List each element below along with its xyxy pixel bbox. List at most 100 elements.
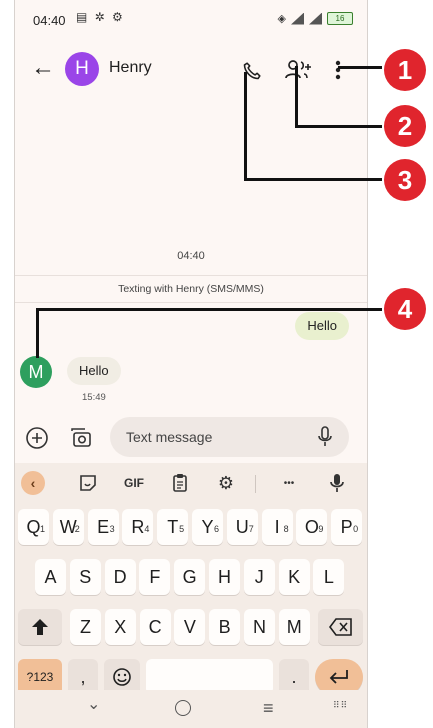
toolbar-collapse-icon[interactable]: ‹ bbox=[21, 471, 45, 495]
key-j[interactable]: J bbox=[243, 559, 275, 595]
key-m-label: M bbox=[286, 617, 302, 637]
back-arrow-icon[interactable]: ← bbox=[31, 54, 55, 82]
key-q-digit-hint: 1 bbox=[39, 524, 45, 534]
mic-icon bbox=[318, 426, 332, 446]
key-g[interactable]: G bbox=[174, 559, 206, 595]
backspace-key[interactable] bbox=[318, 609, 363, 645]
callout-badge-3: 3 bbox=[384, 159, 426, 201]
system-nav-bar: ⌄ ≡ ⠿⠿ bbox=[15, 690, 367, 728]
clipboard-icon[interactable] bbox=[167, 471, 193, 495]
attach-button[interactable] bbox=[23, 424, 51, 452]
key-y[interactable]: Y6 bbox=[192, 509, 223, 545]
key-g-label: G bbox=[182, 567, 197, 587]
gallery-button[interactable] bbox=[67, 423, 95, 451]
callout-badge-4: 4 bbox=[384, 288, 426, 330]
nav-back-chevron-icon[interactable]: ⌄ bbox=[87, 694, 100, 714]
key-x[interactable]: X bbox=[104, 609, 136, 645]
contact-avatar[interactable]: H bbox=[65, 52, 99, 86]
key-r-label: R bbox=[131, 517, 145, 537]
key-e[interactable]: E3 bbox=[87, 509, 119, 545]
key-n-label: N bbox=[253, 617, 266, 637]
key-c[interactable]: C bbox=[139, 609, 171, 645]
backspace-icon bbox=[328, 618, 352, 636]
key-d[interactable]: D bbox=[104, 559, 136, 595]
keyboard-mic-icon[interactable] bbox=[325, 471, 349, 495]
key-m[interactable]: M bbox=[278, 609, 310, 645]
callout-2-vline bbox=[295, 66, 298, 126]
more-options-button[interactable] bbox=[329, 56, 347, 84]
key-q-label: Q bbox=[26, 517, 41, 537]
sticker-glyph bbox=[80, 475, 96, 491]
key-n[interactable]: N bbox=[244, 609, 275, 645]
key-row-1: Q1W2E3R4T5Y6U7I8O9P0 bbox=[15, 509, 367, 549]
incoming-message-bubble[interactable]: Hello bbox=[67, 357, 121, 385]
key-q[interactable]: Q1 bbox=[18, 509, 49, 545]
gif-button[interactable]: GIF bbox=[119, 471, 149, 495]
callout-badge-2: 2 bbox=[384, 105, 426, 147]
callout-3-vline bbox=[244, 72, 247, 181]
voice-input-button[interactable] bbox=[315, 425, 335, 449]
key-p-digit-hint: 0 bbox=[353, 524, 359, 534]
shift-key[interactable] bbox=[18, 609, 62, 645]
key-u[interactable]: U7 bbox=[226, 509, 258, 545]
add-person-icon bbox=[285, 60, 311, 79]
sender-avatar[interactable]: M bbox=[20, 356, 52, 388]
enter-icon bbox=[329, 670, 348, 684]
key-o-digit-hint: 9 bbox=[318, 524, 324, 534]
callout-3-hline bbox=[244, 178, 382, 181]
message-placeholder: Text message bbox=[126, 429, 213, 445]
key-f[interactable]: F bbox=[139, 559, 171, 595]
key-b[interactable]: B bbox=[209, 609, 241, 645]
sticker-icon[interactable] bbox=[75, 471, 101, 495]
key-row-3: Z X C V B NM bbox=[15, 609, 367, 649]
contact-name[interactable]: Henry bbox=[109, 59, 152, 77]
phone-screen: 04:40 ▤ ✲ ⚙ ◈ 16 ← H Henry 04:40 Texting… bbox=[14, 0, 368, 728]
nav-recents-icon[interactable]: ≡ bbox=[263, 698, 274, 719]
key-a-label: A bbox=[44, 567, 57, 587]
nav-home-icon[interactable] bbox=[175, 700, 191, 716]
key-i-label: I bbox=[274, 517, 280, 537]
key-z-label: Z bbox=[80, 617, 91, 637]
photo-camera-icon bbox=[71, 428, 91, 447]
key-r[interactable]: R4 bbox=[122, 509, 154, 545]
key-y-label: Y bbox=[201, 517, 214, 537]
clipboard-glyph bbox=[173, 474, 187, 492]
signal-icon-2 bbox=[309, 12, 322, 25]
key-t-digit-hint: 5 bbox=[179, 524, 185, 534]
key-z[interactable]: Z bbox=[70, 609, 101, 645]
outgoing-message-bubble[interactable]: Hello bbox=[295, 312, 349, 340]
key-j-label: J bbox=[254, 567, 264, 587]
key-o[interactable]: O9 bbox=[296, 509, 328, 545]
key-h[interactable]: H bbox=[209, 559, 240, 595]
key-t[interactable]: T5 bbox=[157, 509, 189, 545]
key-s[interactable]: S bbox=[69, 559, 101, 595]
key-o-label: O bbox=[304, 517, 319, 537]
key-b-label: B bbox=[218, 617, 231, 637]
settings-gear-icon[interactable]: ⚙ bbox=[213, 471, 239, 495]
key-l-label: L bbox=[323, 567, 334, 587]
key-k[interactable]: K bbox=[278, 559, 310, 595]
more-vert-icon bbox=[335, 60, 341, 80]
soft-keyboard: ‹ GIF ⚙ ••• Q1W2E3R4T5Y6U7I8O9P0 ASDFGHJ… bbox=[15, 463, 367, 728]
key-w-digit-hint: 2 bbox=[74, 524, 80, 534]
battery-icon: 16 bbox=[327, 12, 353, 25]
key-p-label: P bbox=[340, 517, 353, 537]
key-f-label: F bbox=[149, 567, 161, 587]
key-v-label: V bbox=[183, 617, 196, 637]
key-p[interactable]: P0 bbox=[331, 509, 363, 545]
key-l[interactable]: L bbox=[313, 559, 345, 595]
add-people-button[interactable] bbox=[283, 56, 313, 84]
key-a[interactable]: A bbox=[35, 559, 66, 595]
key-v[interactable]: V bbox=[174, 609, 206, 645]
key-i[interactable]: I8 bbox=[261, 509, 293, 545]
keyboard-switch-icon[interactable]: ⠿⠿ bbox=[333, 700, 348, 711]
message-input[interactable]: Text message bbox=[110, 417, 349, 457]
more-tools-button[interactable]: ••• bbox=[275, 471, 303, 495]
status-bar: 04:40 ▤ ✲ ⚙ ◈ 16 bbox=[15, 0, 367, 40]
call-button[interactable] bbox=[239, 58, 265, 84]
callout-badge-1: 1 bbox=[384, 49, 426, 91]
key-t-label: T bbox=[167, 517, 179, 537]
compose-bar: Text message bbox=[15, 414, 367, 460]
key-w[interactable]: W2 bbox=[52, 509, 84, 545]
message-time: 15:49 bbox=[82, 392, 106, 403]
